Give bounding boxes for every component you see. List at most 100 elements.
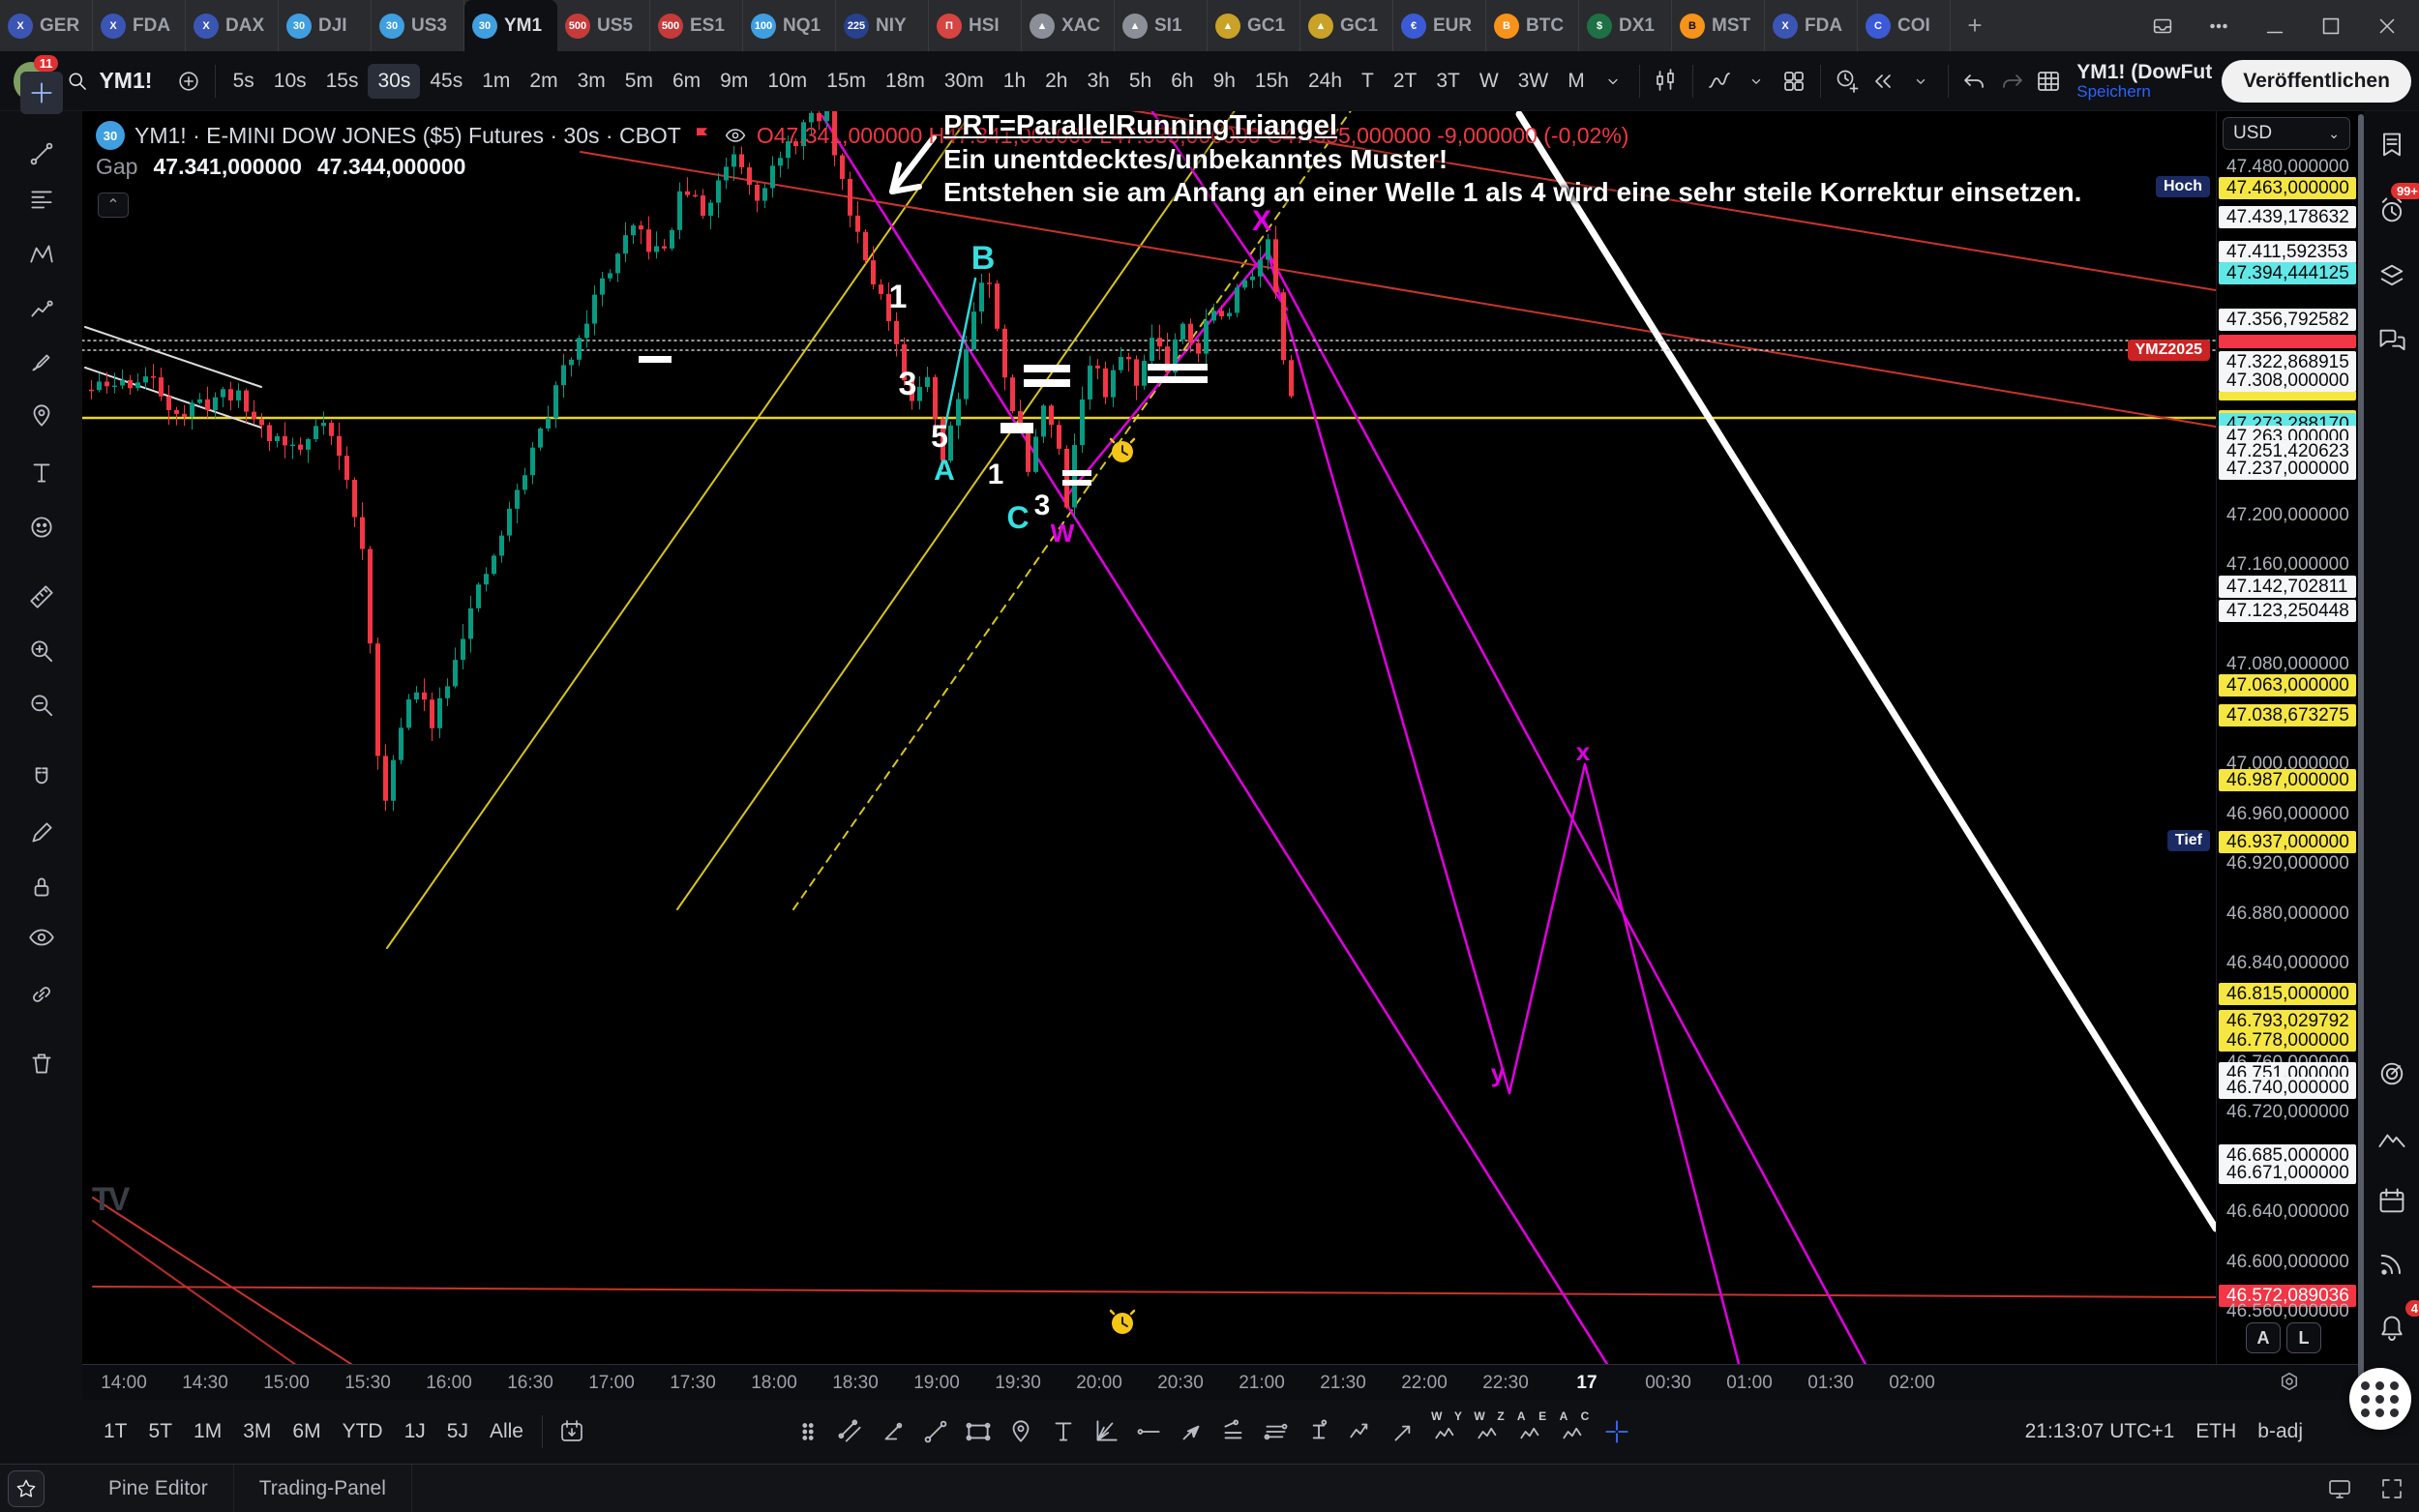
timeframe-2T[interactable]: 2T <box>1384 64 1427 99</box>
pine-editor-button[interactable]: Pine Editor <box>83 1465 234 1512</box>
range-1t[interactable]: 1T <box>93 1414 138 1449</box>
adjustment-label[interactable]: b-adj <box>2257 1420 2303 1443</box>
time-axis-settings-gear-icon[interactable] <box>2277 1369 2302 1394</box>
timeframe-30s[interactable]: 30s <box>368 64 420 99</box>
timeframe-3W[interactable]: 3W <box>1508 64 1559 99</box>
chat-icon[interactable] <box>2372 320 2412 361</box>
timeframe-1m[interactable]: 1m <box>472 64 520 99</box>
timeframe-5m[interactable]: 5m <box>615 64 663 99</box>
range-6m[interactable]: 6M <box>282 1414 331 1449</box>
publish-button[interactable]: Veröffentlichen <box>2222 60 2411 103</box>
range-5t[interactable]: 5T <box>138 1414 184 1449</box>
timeframe-24h[interactable]: 24h <box>1299 64 1352 99</box>
undo-icon[interactable] <box>1956 61 1992 102</box>
range-3m[interactable]: 3M <box>232 1414 282 1449</box>
layout-name[interactable]: YM1! (DowFut Speichern <box>2076 61 2212 102</box>
save-label[interactable]: Speichern <box>2076 83 2151 102</box>
timeframe-2m[interactable]: 2m <box>520 64 567 99</box>
timeframe-5s[interactable]: 5s <box>224 64 264 99</box>
horizontal-ray-tool[interactable] <box>1127 1410 1170 1453</box>
ticker-tab-dji[interactable]: 30DJI <box>279 0 372 51</box>
timeframe-15s[interactable]: 15s <box>316 64 369 99</box>
ticker-tab-es1[interactable]: 500ES1 <box>650 0 743 51</box>
watchlist-icon[interactable] <box>2372 125 2412 165</box>
link-tool[interactable] <box>20 973 63 1016</box>
eye-tool[interactable] <box>20 916 63 959</box>
layers-icon[interactable] <box>2372 255 2412 296</box>
timeframe-T[interactable]: T <box>1352 64 1384 99</box>
range-ytd[interactable]: YTD <box>332 1414 394 1449</box>
fullscreen-icon[interactable] <box>2378 1475 2405 1502</box>
symbol-search[interactable]: YM1! <box>48 68 169 94</box>
timeframe-1h[interactable]: 1h <box>994 64 1035 99</box>
price-scale[interactable]: USD ⌄ 47.480,00000047.463,00000047.439,1… <box>2216 111 2357 1364</box>
range-1m[interactable]: 1M <box>183 1414 232 1449</box>
brush-tool[interactable] <box>20 341 63 384</box>
magnet-tool[interactable] <box>20 757 63 800</box>
timeframe-5h[interactable]: 5h <box>1120 64 1161 99</box>
grid-table-icon[interactable] <box>2030 61 2067 102</box>
polyline-channel-tool[interactable] <box>1212 1410 1255 1453</box>
ruler-tool[interactable] <box>20 576 63 618</box>
replay-icon[interactable] <box>1866 61 1902 102</box>
pattern-wy-tool[interactable]: WY <box>1425 1410 1468 1453</box>
chevron-down-icon[interactable] <box>1738 61 1775 102</box>
ticker-tab-ger[interactable]: XGER <box>0 0 93 51</box>
timeframe-M[interactable]: M <box>1558 64 1595 99</box>
arrow-marker-tool[interactable] <box>1170 1410 1212 1453</box>
zoom-in-tool[interactable] <box>20 630 63 672</box>
text-tool-tool[interactable] <box>1042 1410 1085 1453</box>
layout-grid-icon[interactable] <box>1776 61 1812 102</box>
add-tab-button[interactable]: + <box>1951 0 1999 51</box>
ticker-tab-nq1[interactable]: 100NQ1 <box>743 0 836 51</box>
zigzag-arrow-tool[interactable] <box>1340 1410 1383 1453</box>
ticker-tab-hsi[interactable]: ΠHSI <box>929 0 1022 51</box>
ticker-tab-ym1[interactable]: 30YM1 <box>464 0 557 51</box>
crosshair-blue-tool[interactable] <box>1596 1410 1638 1453</box>
ticker-tab-fda[interactable]: XFDA <box>1765 0 1858 51</box>
timeframe-30m[interactable]: 30m <box>935 64 994 99</box>
ticker-tab-dax[interactable]: XDAX <box>186 0 279 51</box>
clock-label[interactable]: 21:13:07 UTC+1 <box>2025 1420 2175 1443</box>
price-scale-button-l[interactable]: L <box>2286 1322 2321 1353</box>
trend-angle-tool[interactable] <box>872 1410 914 1453</box>
trash-tool[interactable] <box>20 1043 63 1085</box>
alarm-clock-icon[interactable]: 99+ <box>2372 191 2412 231</box>
ticker-tab-gc1[interactable]: ▲GC1 <box>1208 0 1300 51</box>
chart-pane[interactable]: 1B35A1C3WXxy 30 YM1! · E-MINI DOW JONES … <box>82 111 2216 1364</box>
crosshair-tool[interactable] <box>20 72 63 114</box>
compare-add-icon[interactable] <box>169 61 206 102</box>
maximize-icon[interactable] <box>2316 12 2345 41</box>
ticker-tab-niy[interactable]: 225NIY <box>836 0 929 51</box>
text-tool-tool[interactable] <box>20 452 63 494</box>
lock-tool[interactable] <box>20 866 63 908</box>
arrow-up-right-tool[interactable] <box>1383 1410 1425 1453</box>
ticker-tab-fda[interactable]: XFDA <box>93 0 186 51</box>
pattern-ae-tool[interactable]: AE <box>1510 1410 1553 1453</box>
timeframe-9m[interactable]: 9m <box>710 64 758 99</box>
timeframe-6h[interactable]: 6h <box>1161 64 1203 99</box>
currency-selector[interactable]: USD ⌄ <box>2223 117 2350 150</box>
ticker-tab-us5[interactable]: 500US5 <box>557 0 650 51</box>
legend-collapse-button[interactable]: ⌃ <box>98 193 129 218</box>
drag-handle-tool[interactable] <box>787 1410 829 1453</box>
ticker-tab-us3[interactable]: 30US3 <box>372 0 464 51</box>
timeframe-3m[interactable]: 3m <box>568 64 615 99</box>
timeframe-45s[interactable]: 45s <box>420 64 472 99</box>
timeframe-2h[interactable]: 2h <box>1035 64 1077 99</box>
flag-icon[interactable] <box>691 124 714 147</box>
ticker-tab-mst[interactable]: BMST <box>1672 0 1765 51</box>
ticker-tab-btc[interactable]: BBTC <box>1486 0 1579 51</box>
detach-monitor-icon[interactable] <box>2326 1475 2353 1502</box>
ticker-tab-eur[interactable]: €EUR <box>1393 0 1486 51</box>
radar-icon[interactable] <box>2372 1053 2412 1094</box>
forecast-tool[interactable] <box>20 287 63 330</box>
gann-fan-tool[interactable] <box>1085 1410 1127 1453</box>
pin-tool[interactable] <box>1000 1410 1042 1453</box>
goto-date-icon[interactable] <box>551 1410 593 1453</box>
timeframe-W[interactable]: W <box>1470 64 1508 99</box>
bell-icon[interactable]: 4 <box>2372 1308 2412 1349</box>
range-5j[interactable]: 5J <box>436 1414 479 1449</box>
time-axis[interactable]: 14:0014:3015:0015:3016:0016:3017:0017:30… <box>82 1364 2358 1400</box>
ticker-tab-gc1[interactable]: ▲GC1 <box>1300 0 1393 51</box>
